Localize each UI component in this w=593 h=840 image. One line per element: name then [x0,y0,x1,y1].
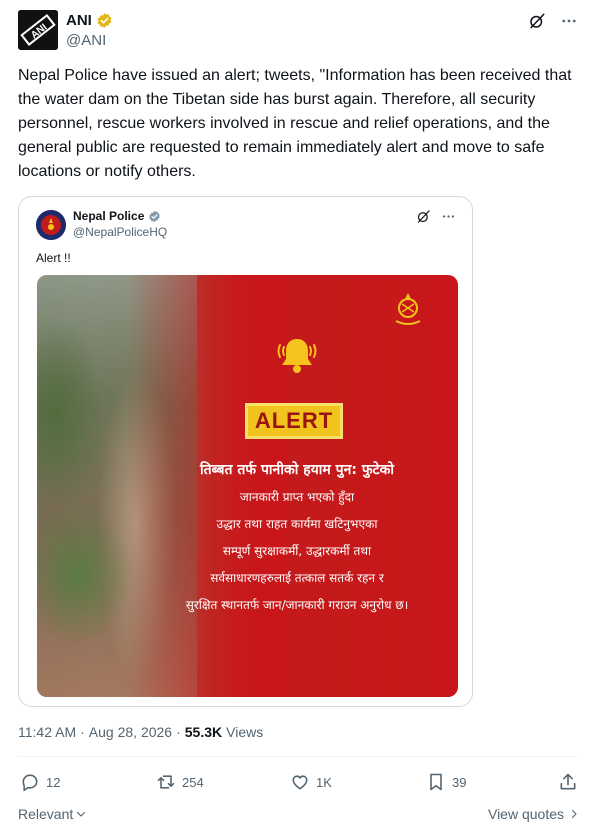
alert-line: सर्वसाधारणहरुलाई तत्काल सतर्क रहन र [210,571,384,585]
more-icon[interactable] [560,12,578,30]
avatar[interactable]: ANI [18,10,58,50]
repost-icon [157,775,175,789]
nepal-police-logo-icon [36,210,66,240]
tweet-date[interactable]: Aug 28, 2026 [89,724,172,740]
verified-badge-icon [149,210,161,222]
alert-line: सम्पूर्ण सुरक्षाकर्मी, उद्धारकर्मी तथा [222,544,372,558]
author-name[interactable]: ANI [66,12,92,29]
quote-author-handle[interactable]: @NepalPoliceHQ [73,225,167,239]
heart-icon [292,775,308,790]
tweet-meta: 11:42 AM · Aug 28, 2026 · 55.3K Views [18,724,264,740]
alert-line: उद्धार तथा राहत कार्यमा खटिनुभएका [216,517,378,531]
bookmark-count: 39 [452,774,467,790]
grok-icon[interactable] [528,12,546,30]
reply-count: 12 [46,774,61,790]
views-count: 55.3K [184,724,223,740]
quote-avatar[interactable] [36,210,66,240]
divider [18,756,578,757]
view-quotes-link[interactable]: View quotes [488,806,580,822]
bookmark-button[interactable]: 39 [426,772,466,792]
bookmark-icon [430,773,442,791]
verified-badge-icon [97,13,112,28]
police-emblem-icon [395,293,421,325]
ani-logo-icon: ANI [18,10,58,50]
repost-button[interactable]: 254 [156,772,204,792]
like-count: 1K [316,774,332,790]
views-label: Views [226,724,264,740]
sort-label: Relevant [18,806,74,822]
view-quotes-label: View quotes [487,806,564,822]
alert-line: जानकारी प्राप्त भएको हुँदा [239,490,355,504]
chevron-right-icon [571,809,577,819]
tweet-text: Nepal Police have issued an alert; tweet… [18,67,572,180]
bell-icon [277,339,317,373]
action-bar: 12 254 1K 39 [18,772,580,796]
alert-message: तिब्बत तर्फ पानीको हयाम पुन: फुटेको जानक… [147,457,447,619]
repost-count: 254 [182,774,204,790]
share-button[interactable] [558,772,578,792]
sort-dropdown[interactable]: Relevant [18,806,87,822]
alert-line: तिब्बत तर्फ पानीको हयाम पुन: फुटेको [199,462,395,478]
grok-icon[interactable] [416,209,431,224]
chevron-down-icon [77,811,86,817]
quoted-tweet[interactable]: Nepal Police @NepalPoliceHQ Alert !! ALE… [18,196,473,707]
replies-toolbar: Relevant View quotes [18,806,580,826]
alert-label: ALERT [245,403,343,439]
more-icon[interactable] [441,209,456,224]
quote-author-name[interactable]: Nepal Police [73,209,144,223]
like-button[interactable]: 1K [290,772,332,792]
alert-line: सुरक्षित स्थानतर्फ जान/जानकारी गराउन अनु… [185,598,409,612]
share-icon [560,773,576,790]
alert-image[interactable]: ALERT तिब्बत तर्फ पानीको हयाम पुन: फुटेक… [37,275,458,697]
reply-icon [22,774,38,792]
reply-button[interactable]: 12 [20,772,60,792]
author-handle[interactable]: @ANI [66,32,106,49]
tweet-time[interactable]: 11:42 AM [18,724,76,740]
tweet-header: ANI ANI @ANI [18,8,578,52]
quote-text: Alert !! [36,251,71,265]
